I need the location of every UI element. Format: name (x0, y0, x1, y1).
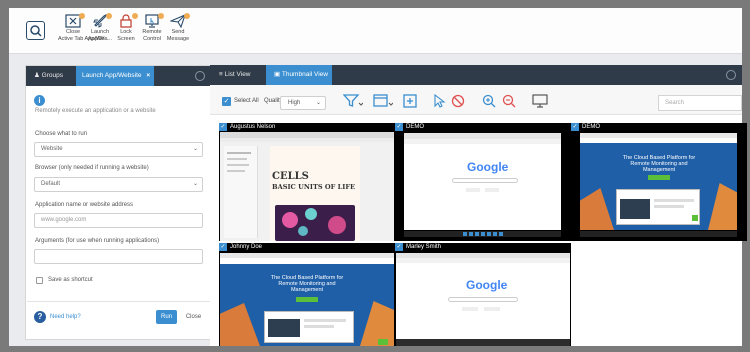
close-active-tab-button[interactable]: Close Active Tab App/We... (58, 13, 109, 42)
list-icon: ≡ (219, 71, 223, 78)
tab-launch-app[interactable]: Launch App/Website × (76, 66, 154, 86)
netop-landing-screen: The Cloud Based Platform for Remote Moni… (220, 253, 394, 346)
monitor-icon: ▣ (274, 71, 281, 78)
computer-thumbnail[interactable]: ✓ DEMO The Cloud Based Platform for Remo… (571, 123, 747, 241)
save-shortcut-label: Save as shortcut (48, 277, 93, 283)
args-label: Arguments (for use when running applicat… (35, 238, 160, 244)
layout-icon[interactable] (373, 94, 393, 108)
tab-list-view[interactable]: ≡ List View (210, 65, 258, 85)
top-toolbar: Close Active Tab App/We... Launch App/We… (9, 8, 742, 54)
google-logo: Google (467, 160, 509, 174)
computer-name: Marley Smith (406, 244, 442, 250)
close-tab-label-1: Close (65, 29, 81, 35)
screen-share-icon[interactable] (532, 94, 548, 108)
tab-thumbnail-view[interactable]: ▣ Thumbnail View (266, 65, 332, 85)
tab-thumbnail-view-label: Thumbnail View (281, 71, 328, 78)
app-address-placeholder: www.google.com (41, 217, 87, 223)
computer-name: Augustus Nelson (230, 124, 276, 130)
pointer-icon[interactable] (432, 94, 446, 108)
launch-app-panel: ♟ Groups Launch App/Website × i Remotely… (25, 65, 212, 340)
chevron-down-icon: ⌄ (192, 146, 198, 152)
computer-thumbnail[interactable]: ✓ Johnny Doe The Cloud Based Platform fo… (219, 243, 395, 346)
select-all-checkbox[interactable]: ✓ (222, 97, 231, 106)
thumbnail-checkbox[interactable]: ✓ (395, 243, 403, 251)
landing-headline: The Cloud Based Platform for Remote Moni… (622, 155, 696, 173)
right-tab-bar: ≡ List View ▣ Thumbnail View (210, 65, 742, 85)
google-search-screen: Google (404, 133, 561, 230)
filter-icon[interactable] (343, 94, 363, 108)
run-button[interactable]: Run (156, 310, 177, 324)
thumbnail-checkbox[interactable]: ✓ (219, 123, 227, 131)
quality-value: High (288, 100, 301, 106)
computer-thumbnail[interactable]: ✓ Marley Smith Google (395, 243, 571, 346)
tab-groups-label: Groups (41, 72, 63, 79)
app-frame: Close Active Tab App/We... Launch App/We… (9, 8, 747, 346)
computer-name: DEMO (582, 124, 600, 130)
collapse-icon[interactable] (195, 71, 205, 81)
arguments-input[interactable] (34, 249, 203, 264)
doc-title: CELLS (272, 171, 309, 182)
computer-name: DEMO (406, 124, 424, 130)
cells-document-screen: CELLS BASIC UNITS OF LIFE (220, 132, 394, 241)
computer-name: Johnny Doe (230, 244, 263, 250)
users-icon: ♟ (34, 72, 40, 79)
add-icon[interactable] (403, 94, 417, 108)
close-icon[interactable]: × (146, 72, 150, 79)
divider (27, 301, 212, 302)
computer-thumbnail[interactable]: ✓ Augustus Nelson CELLS BASIC UNITS OF L… (219, 123, 395, 241)
computers-panel: ≡ List View ▣ Thumbnail View ✓ Select Al… (210, 65, 747, 346)
google-search-screen: Google (396, 253, 570, 346)
tab-list-view-label: List View (224, 71, 251, 78)
send-label-2: Message (166, 36, 190, 42)
tab-launch-label: Launch App/Website (82, 72, 142, 79)
thumbnail-checkbox[interactable]: ✓ (395, 123, 403, 131)
left-tab-bar: ♟ Groups Launch App/Website × (26, 66, 211, 86)
browser-label: Browser (only needed if running a websit… (35, 165, 149, 171)
block-pointer-icon[interactable] (451, 94, 465, 108)
choose-value: Website (41, 146, 63, 152)
search-input[interactable]: Search (658, 95, 742, 111)
tab-groups[interactable]: ♟ Groups (26, 66, 76, 86)
google-logo: Google (466, 278, 508, 292)
close-button[interactable]: Close (183, 310, 204, 324)
close-tab-label-2: Active Tab App/We... (58, 36, 109, 42)
send-label-1: Send (171, 29, 185, 35)
app-address-input[interactable]: www.google.com (34, 213, 203, 228)
chevron-down-icon: ⌄ (192, 181, 198, 187)
zoom-out-icon[interactable] (502, 94, 516, 108)
netop-landing-screen: The Cloud Based Platform for Remote Moni… (580, 133, 737, 230)
panel-description: Remotely execute an application or a web… (35, 108, 156, 114)
thumbnail-toolbar: ✓ Select All Quality High ⌄ Search (210, 85, 742, 115)
collapse-icon[interactable] (726, 70, 736, 80)
badge-dot (184, 13, 190, 19)
browser-value: Default (41, 181, 61, 187)
save-shortcut-checkbox[interactable] (36, 277, 43, 284)
browser-select[interactable]: Default ⌄ (34, 177, 203, 192)
chevron-down-icon: ⌄ (315, 100, 321, 106)
app-label: Application name or website address (35, 202, 134, 208)
info-icon: i (34, 95, 45, 106)
help-icon[interactable]: ? (34, 311, 46, 323)
select-all-label: Select All (234, 98, 259, 104)
search-placeholder: Search (665, 100, 685, 106)
need-help-link[interactable]: Need help? (50, 314, 81, 320)
zoom-in-icon[interactable] (482, 94, 496, 108)
choose-label: Choose what to run (35, 131, 88, 137)
send-message-button[interactable]: Send Message (163, 13, 193, 42)
thumbnail-checkbox[interactable]: ✓ (571, 123, 579, 131)
search-icon[interactable] (26, 21, 45, 40)
quality-select[interactable]: High ⌄ (280, 96, 326, 110)
doc-subtitle: BASIC UNITS OF LIFE (272, 183, 356, 191)
computer-thumbnail[interactable]: ✓ DEMO Google (395, 123, 571, 241)
thumbnail-checkbox[interactable]: ✓ (219, 243, 227, 251)
choose-select[interactable]: Website ⌄ (34, 142, 203, 157)
landing-headline: The Cloud Based Platform for Remote Moni… (270, 275, 344, 293)
